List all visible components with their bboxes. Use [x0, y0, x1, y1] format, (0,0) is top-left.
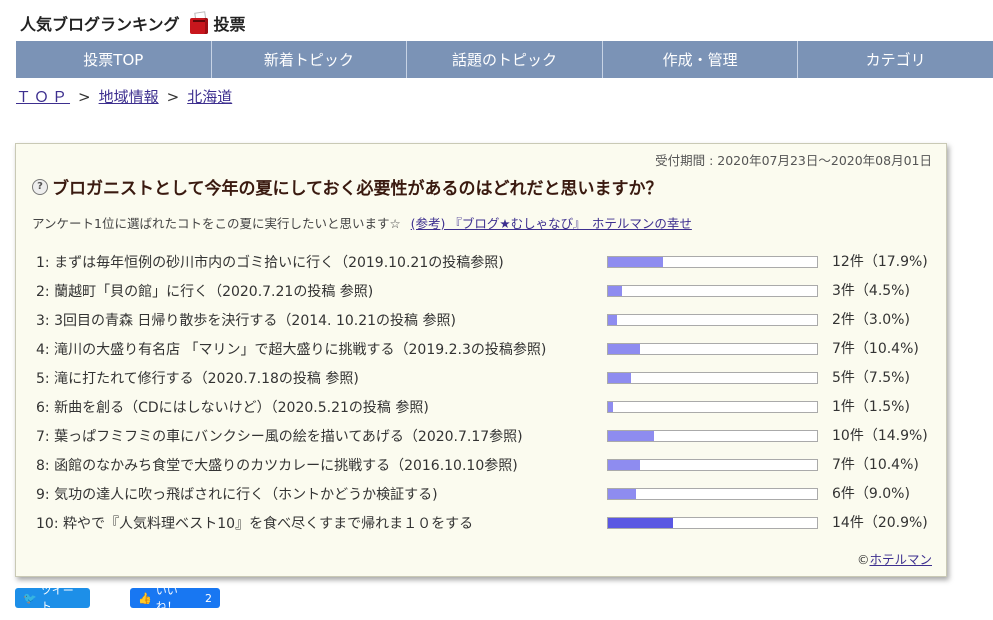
poll-credit: ©ホテルマン: [857, 549, 932, 568]
breadcrumb-separator: >: [166, 87, 180, 106]
poll-option-count: 7件（10.4%): [832, 457, 919, 473]
nav-category[interactable]: カテゴリ: [798, 41, 993, 78]
poll-result-bar: [607, 372, 818, 384]
poll-result-bar: [607, 430, 818, 442]
poll-result-bar-fill: [608, 286, 622, 296]
nav-create-manage[interactable]: 作成・管理: [603, 41, 799, 78]
poll-result-bar-fill: [608, 402, 613, 412]
credit-author-link[interactable]: ホテルマン: [869, 552, 932, 567]
poll-period: 受付期間 : 2020年07月23日〜2020年08月01日: [655, 153, 932, 168]
poll-option-label[interactable]: 6: 新曲を創る（CDにはしないけど）（2020.5.21の投稿 参照): [36, 397, 429, 417]
poll-result-bar: [607, 285, 818, 297]
breadcrumb-separator: >: [78, 87, 91, 106]
poll-result-bar: [607, 401, 818, 413]
poll-option-count: 10件（14.9%): [832, 428, 928, 444]
nav-vote-top[interactable]: 投票TOP: [16, 41, 212, 78]
poll-result-bar: [607, 459, 818, 471]
poll-option-count: 3件（4.5%): [832, 283, 910, 299]
site-title[interactable]: 人気ブログランキング: [20, 11, 180, 35]
poll-option-row[interactable]: 3: 3回目の青森 日帰り散歩を決行する（2014. 10.21の投稿 参照) 2…: [36, 306, 936, 335]
poll-option-row[interactable]: 7: 葉っぱフミフミの車にバンクシー風の絵を描いてあげる（2020.7.17参照…: [36, 422, 936, 451]
nav-new-topics[interactable]: 新着トピック: [212, 41, 408, 78]
poll-result-bar-fill: [608, 373, 632, 383]
poll-result-bar: [607, 343, 818, 355]
poll-result-bar-fill: [608, 257, 664, 267]
poll-intro: アンケート1位に選ばれたコトをこの夏に実行したいと思います☆ (参考) 『ブログ…: [32, 213, 692, 232]
poll-option-count: 12件（17.9%): [832, 254, 928, 270]
main-nav: 投票TOP 新着トピック 話題のトピック 作成・管理 カテゴリ: [16, 41, 993, 78]
poll-option-row[interactable]: 5: 滝に打たれて修行する（2020.7.18の投稿 参照) 5件（7.5%): [36, 364, 936, 393]
poll-option-count: 14件（20.9%): [832, 515, 928, 531]
poll-option-row[interactable]: 2: 蘭越町「貝の館」に行く（2020.7.21の投稿 参照) 3件（4.5%): [36, 277, 936, 306]
poll-result-bar-fill: [608, 518, 673, 528]
poll-panel: 受付期間 : 2020年07月23日〜2020年08月01日 ? ブロガニストと…: [15, 143, 947, 577]
poll-option-label[interactable]: 4: 滝川の大盛り有名店 「マリン」で超大盛りに挑戦する（2019.2.3の投稿…: [36, 339, 546, 359]
poll-options: 1: まずは毎年恒例の砂川市内のゴミ拾いに行く（2019.10.21の投稿参照)…: [36, 248, 936, 538]
poll-option-label[interactable]: 5: 滝に打たれて修行する（2020.7.18の投稿 参照): [36, 368, 359, 388]
twitter-bird-icon: 🐦: [23, 591, 37, 605]
ballot-box-icon: [188, 11, 210, 34]
poll-option-count: 7件（10.4%): [832, 341, 919, 357]
poll-option-row[interactable]: 9: 気功の達人に吹っ飛ばされに行く（ホントかどうか検証する) 6件（9.0%): [36, 480, 936, 509]
poll-option-count: 6件（9.0%): [832, 486, 910, 502]
site-header: 人気ブログランキング 投票: [20, 8, 246, 38]
breadcrumb-area[interactable]: 北海道: [187, 86, 232, 107]
poll-option-count: 2件（3.0%): [832, 312, 910, 328]
poll-result-bar-fill: [608, 489, 636, 499]
poll-result-bar-fill: [608, 315, 618, 325]
breadcrumb-region[interactable]: 地域情報: [99, 86, 159, 107]
poll-result-bar-fill: [608, 344, 641, 354]
poll-option-label[interactable]: 7: 葉っぱフミフミの車にバンクシー風の絵を描いてあげる（2020.7.17参照…: [36, 426, 523, 446]
poll-option-label[interactable]: 2: 蘭越町「貝の館」に行く（2020.7.21の投稿 参照): [36, 281, 373, 301]
thumbs-up-icon: 👍: [138, 591, 152, 605]
poll-intro-text: アンケート1位に選ばれたコトをこの夏に実行したいと思います☆: [32, 216, 401, 231]
poll-option-count: 5件（7.5%): [832, 370, 910, 386]
like-label: いいね！: [155, 584, 178, 613]
breadcrumb: ＴＯＰ > 地域情報 > 北海道: [16, 86, 232, 107]
poll-option-row[interactable]: 6: 新曲を創る（CDにはしないけど）（2020.5.21の投稿 参照) 1件（1…: [36, 393, 936, 422]
poll-result-bar: [607, 488, 818, 500]
poll-result-bar-fill: [608, 460, 641, 470]
poll-option-row[interactable]: 10: 粋やで『人気料理ベスト10』を食べ尽くすまで帰れま１０をする 14件（20…: [36, 509, 936, 538]
poll-option-label[interactable]: 10: 粋やで『人気料理ベスト10』を食べ尽くすまで帰れま１０をする: [36, 513, 473, 533]
poll-reference-link[interactable]: (参考) 『ブログ★むしゃなび』 ホテルマンの幸せ: [411, 213, 692, 232]
poll-option-label[interactable]: 1: まずは毎年恒例の砂川市内のゴミ拾いに行く（2019.10.21の投稿参照): [36, 252, 504, 272]
poll-option-label[interactable]: 8: 函館のなかみち食堂で大盛りのカツカレーに挑戦する（2016.10.10参照…: [36, 455, 518, 475]
poll-option-row[interactable]: 4: 滝川の大盛り有名店 「マリン」で超大盛りに挑戦する（2019.2.3の投稿…: [36, 335, 936, 364]
poll-option-row[interactable]: 8: 函館のなかみち食堂で大盛りのカツカレーに挑戦する（2016.10.10参照…: [36, 451, 936, 480]
breadcrumb-top[interactable]: ＴＯＰ: [16, 86, 70, 107]
tweet-label: ツイート: [40, 584, 74, 613]
poll-option-count: 1件（1.5%): [832, 399, 910, 415]
poll-question: ブロガニストとして今年の夏にしておく必要性があるのはどれだと思いますか？: [52, 179, 663, 199]
poll-option-row[interactable]: 1: まずは毎年恒例の砂川市内のゴミ拾いに行く（2019.10.21の投稿参照)…: [36, 248, 936, 277]
poll-result-bar: [607, 314, 818, 326]
facebook-like-button[interactable]: 👍 いいね！ 2: [130, 584, 220, 613]
poll-option-label[interactable]: 9: 気功の達人に吹っ飛ばされに行く（ホントかどうか検証する): [36, 484, 438, 504]
poll-result-bar: [607, 256, 818, 268]
poll-result-bar: [607, 517, 818, 529]
credit-copyright: ©: [856, 552, 870, 567]
question-icon: ?: [32, 179, 48, 195]
nav-hot-topics[interactable]: 話題のトピック: [407, 41, 603, 78]
tweet-button[interactable]: 🐦 ツイート: [15, 584, 90, 613]
poll-result-bar-fill: [608, 431, 655, 441]
vote-label[interactable]: 投票: [214, 11, 246, 35]
poll-option-label[interactable]: 3: 3回目の青森 日帰り散歩を決行する（2014. 10.21の投稿 参照): [36, 310, 456, 330]
like-count: 2: [205, 591, 212, 605]
